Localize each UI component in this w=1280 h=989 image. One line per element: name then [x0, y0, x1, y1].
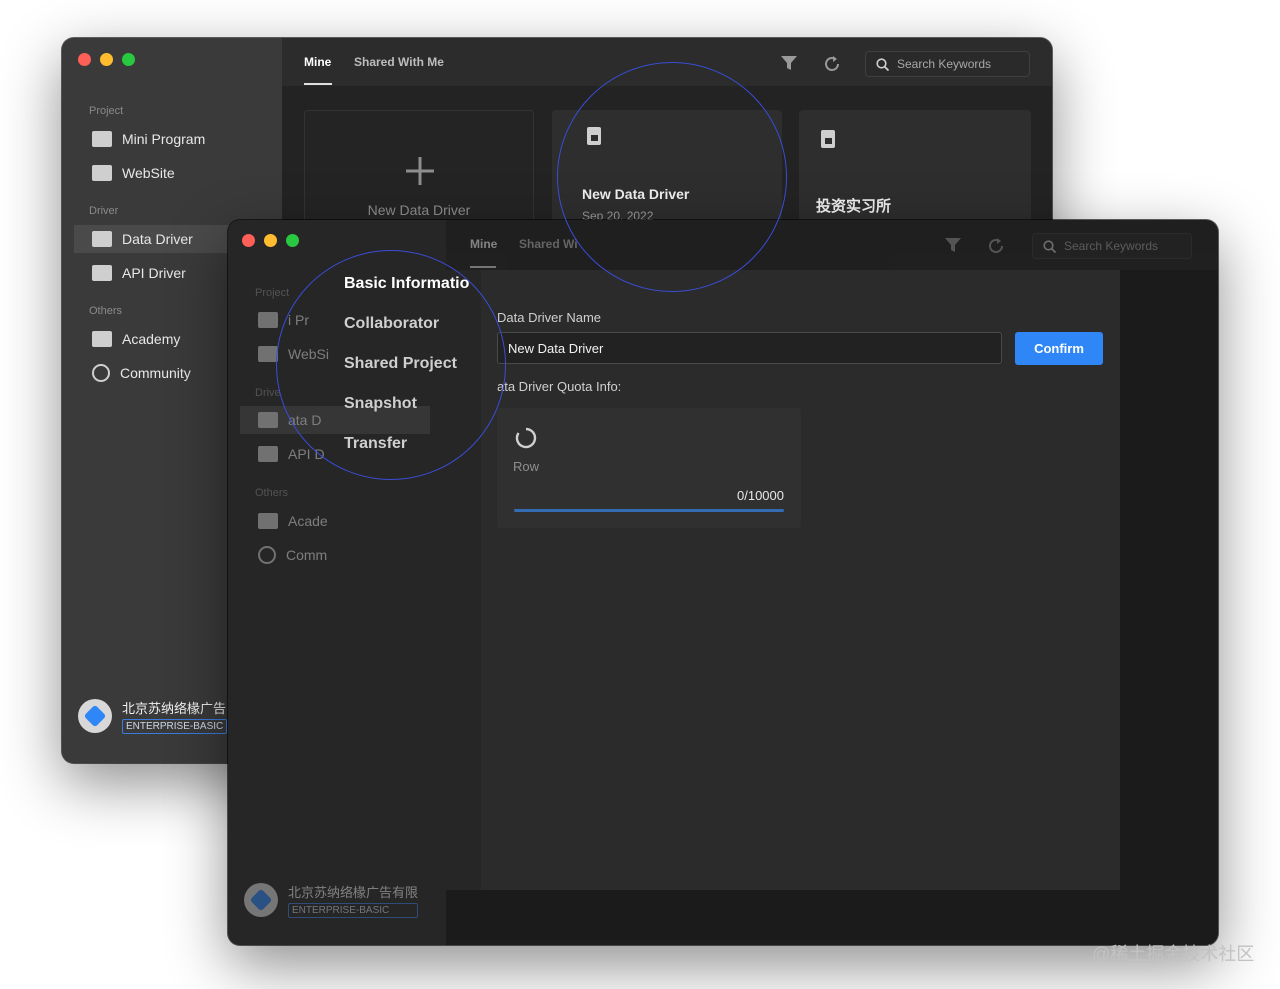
- sidebar-item-website[interactable]: WebSite: [92, 159, 175, 187]
- tab-active-indicator: [304, 83, 332, 85]
- section-title-others: Others: [255, 487, 289, 499]
- brand-name: 北京苏纳络椽广告有限: [288, 885, 419, 900]
- sidebar-item-community[interactable]: Community: [92, 359, 191, 387]
- academy-icon: [258, 513, 278, 529]
- sidebar-item-api-driver[interactable]: API Driver: [92, 259, 186, 287]
- tab-shared-with-me[interactable]: Shared With Me: [354, 55, 444, 69]
- sidebar-item-data-driver[interactable]: Data Driver: [74, 225, 234, 253]
- zoom-window-button[interactable]: [286, 234, 299, 247]
- settings-content-panel: Data Driver Name New Data Driver Confirm…: [481, 270, 1120, 890]
- front-topbar: Mine Shared Wi Search Keywords: [446, 220, 1218, 270]
- refresh-icon[interactable]: [823, 55, 841, 73]
- quota-progress-fill: [514, 509, 784, 512]
- minimize-window-button[interactable]: [100, 53, 113, 66]
- new-card-label: New Data Driver: [367, 202, 471, 218]
- search-icon: [1043, 239, 1056, 253]
- zoom-window-button[interactable]: [122, 53, 135, 66]
- window-controls: [242, 234, 299, 247]
- plus-icon: [406, 157, 434, 185]
- close-window-button[interactable]: [242, 234, 255, 247]
- section-title-project: Project: [89, 105, 124, 117]
- website-icon: [92, 165, 112, 181]
- refresh-icon[interactable]: [987, 237, 1005, 255]
- sidebar-item-label: Community: [120, 365, 191, 381]
- quota-unit-label: Row: [513, 459, 540, 474]
- sidebar-item-label: API Driver: [122, 265, 186, 281]
- data-driver-name-label: Data Driver Name: [497, 310, 602, 325]
- filter-icon[interactable]: [944, 237, 962, 254]
- quota-info-label: ata Driver Quota Info:: [497, 379, 622, 394]
- tab-shared-with-me[interactable]: Shared Wi: [519, 237, 578, 251]
- brand-logo: [244, 883, 278, 917]
- data-driver-icon: [92, 231, 112, 247]
- search-icon: [876, 57, 889, 71]
- workspace-brand[interactable]: 北京苏纳络椽广告 ENTERPRISE-BASIC: [78, 698, 228, 734]
- sidebar-item-community[interactable]: Comm: [258, 541, 327, 569]
- filter-icon[interactable]: [780, 55, 798, 72]
- sidebar-item-label: Data Driver: [122, 231, 193, 247]
- sidebar-item-label: Mini Program: [122, 131, 206, 147]
- screenshot-stage: Project Mini Program WebSite Driver Data…: [0, 0, 1280, 989]
- sidebar-item-label: WebSite: [122, 165, 175, 181]
- section-title-project: Project: [255, 287, 290, 299]
- api-driver-icon: [92, 265, 112, 281]
- window-controls: [78, 53, 135, 66]
- search-placeholder: Search Keywords: [897, 57, 992, 71]
- sidebar-item-label: Comm: [286, 547, 328, 563]
- close-window-button[interactable]: [78, 53, 91, 66]
- loading-icon: [515, 427, 537, 449]
- highlight-circle-menu: [276, 250, 506, 480]
- section-title-others: Others: [89, 305, 123, 317]
- mini-program-icon: [258, 312, 278, 328]
- search-input[interactable]: Search Keywords: [1032, 233, 1192, 259]
- community-icon: [258, 546, 276, 564]
- quota-card: Row 0/10000: [497, 408, 801, 528]
- minimize-window-button[interactable]: [264, 234, 277, 247]
- settings-modal: Basic Informatio Collaborator Shared Pro…: [344, 270, 1120, 890]
- data-driver-icon: [258, 412, 278, 428]
- brand-logo: [78, 699, 112, 733]
- community-icon: [92, 364, 110, 382]
- mini-program-icon: [92, 131, 112, 147]
- tab-active-indicator: [470, 266, 496, 268]
- sidebar-item-mini-program[interactable]: Mini Program: [92, 125, 205, 153]
- watermark: @稀土掘金技术社区: [1092, 944, 1255, 964]
- workspace-brand[interactable]: 北京苏纳络椽广告有限 ENTERPRISE-BASIC: [244, 882, 419, 918]
- confirm-button[interactable]: Confirm: [1015, 332, 1103, 365]
- sidebar-item-label: Academy: [122, 331, 181, 347]
- api-driver-icon: [258, 446, 278, 462]
- section-title-driver: Drive: [255, 387, 281, 399]
- document-icon: [821, 130, 835, 148]
- sidebar-item-label: Acade: [288, 513, 328, 529]
- data-driver-name-input[interactable]: New Data Driver: [497, 332, 1002, 364]
- tab-mine[interactable]: Mine: [304, 55, 331, 69]
- quota-usage-text: 0/10000: [737, 488, 784, 503]
- search-input[interactable]: Search Keywords: [865, 51, 1030, 77]
- brand-name: 北京苏纳络椽广告: [122, 701, 227, 716]
- tab-mine[interactable]: Mine: [470, 237, 497, 251]
- quota-progress-track: [514, 509, 784, 512]
- sidebar-item-academy[interactable]: Academy: [92, 325, 180, 353]
- sidebar-item-academy[interactable]: Acade: [258, 507, 328, 535]
- plan-badge: ENTERPRISE-BASIC: [122, 719, 228, 734]
- card-title: 投资实习所: [816, 198, 892, 215]
- section-title-driver: Driver: [89, 205, 119, 217]
- website-icon: [258, 346, 278, 362]
- academy-icon: [92, 331, 112, 347]
- plan-badge: ENTERPRISE-BASIC: [288, 903, 419, 918]
- highlight-circle-card: [557, 62, 787, 292]
- search-placeholder: Search Keywords: [1064, 239, 1159, 253]
